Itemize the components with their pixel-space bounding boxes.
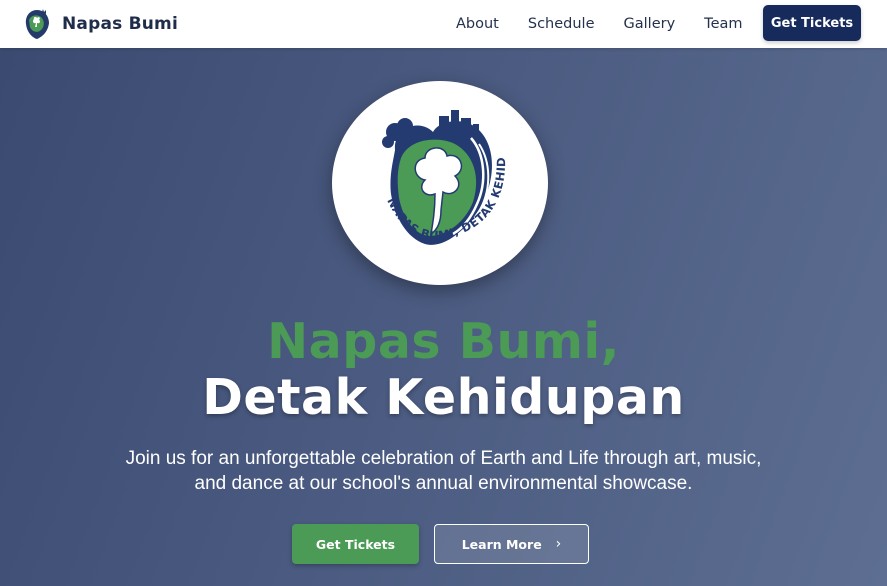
nav-link-schedule[interactable]: Schedule bbox=[528, 16, 595, 32]
hero-section: NAPAS BUMI, DETAK KEHIDUPAN Napas Bumi, … bbox=[0, 48, 887, 586]
brand[interactable]: Napas Bumi bbox=[22, 7, 178, 41]
navbar: Napas Bumi About Schedule Gallery Team G… bbox=[0, 0, 887, 48]
hero-subtitle: Join us for an unforgettable celebration… bbox=[125, 448, 762, 494]
nav-links: About Schedule Gallery Team bbox=[456, 0, 772, 48]
chevron-right-icon: › bbox=[555, 536, 562, 552]
nav-link-about[interactable]: About bbox=[456, 16, 499, 32]
nav-link-gallery[interactable]: Gallery bbox=[624, 16, 676, 32]
napas-bumi-emblem-icon: NAPAS BUMI, DETAK KEHIDUPAN bbox=[355, 98, 508, 245]
brand-name: Napas Bumi bbox=[62, 14, 178, 34]
hero-title-line2: Detak Kehidupan bbox=[202, 369, 685, 426]
hero-title-line1: Napas Bumi, bbox=[267, 313, 620, 370]
learn-more-label: Learn More bbox=[461, 536, 542, 552]
nav-link-team[interactable]: Team bbox=[704, 16, 742, 32]
hero-get-tickets-button[interactable]: Get Tickets bbox=[292, 524, 419, 564]
hero-learn-more-button[interactable]: Learn More › bbox=[434, 524, 589, 564]
nav-get-tickets-button[interactable]: Get Tickets bbox=[763, 5, 861, 41]
hero-logo: NAPAS BUMI, DETAK KEHIDUPAN bbox=[332, 81, 548, 285]
napas-bumi-logo-icon bbox=[25, 9, 49, 39]
